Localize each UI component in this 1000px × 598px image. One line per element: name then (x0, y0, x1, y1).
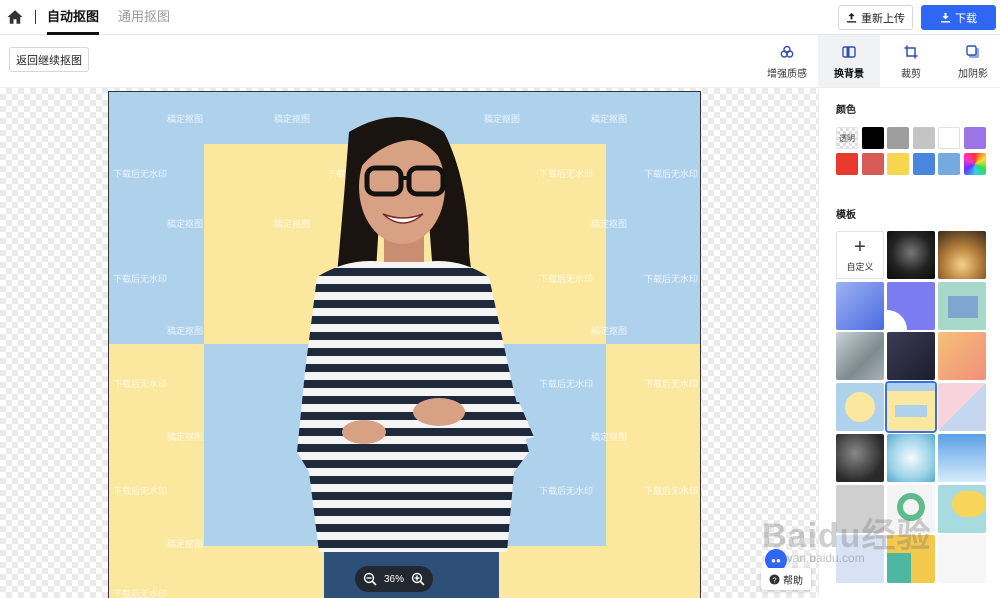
help-icon: ? (769, 573, 780, 585)
template-heading: 模板 (836, 210, 856, 221)
template-blue-gradient[interactable] (836, 282, 884, 330)
shadow-icon (966, 45, 979, 58)
template-blue-circle[interactable] (836, 383, 884, 431)
template-peach-gradient[interactable] (938, 332, 986, 380)
download-label: 下载 (955, 12, 977, 25)
template-navy-texture[interactable] (887, 332, 935, 380)
download-button[interactable]: 下载 (921, 5, 996, 30)
tool-crop-label: 裁剪 (901, 69, 921, 80)
tab-general-cutout[interactable]: 通用抠图 (118, 9, 170, 25)
tool-enhance-label: 增强质感 (767, 69, 807, 80)
template-sky-gradient[interactable] (938, 434, 986, 482)
custom-label: 自定义 (846, 261, 874, 272)
zoom-in-icon[interactable] (411, 572, 425, 586)
color-swatch-light-gray[interactable] (913, 127, 935, 149)
transparent-label: 透明 (839, 133, 855, 143)
template-dark-spotlight[interactable] (887, 231, 935, 279)
help-label: 帮助 (783, 575, 803, 587)
template-pink-blue-diagonal[interactable] (938, 383, 986, 431)
color-swatch-red[interactable] (836, 153, 858, 175)
color-swatch-yellow[interactable] (887, 153, 909, 175)
color-heading: 颜色 (836, 105, 856, 116)
template-blue-yellow-grid[interactable] (885, 381, 937, 433)
template-custom[interactable]: + 自定义 (836, 231, 884, 279)
top-bar: 自动抠图 通用抠图 重新上传 下载 (0, 0, 1000, 35)
download-icon (940, 12, 951, 23)
tool-add-shadow-label: 加阴影 (958, 69, 988, 80)
color-swatch-light-blue[interactable] (938, 153, 960, 175)
divider (35, 10, 36, 24)
color-swatch-black[interactable] (862, 127, 884, 149)
tool-enhance[interactable]: 增强质感 (756, 35, 818, 87)
color-swatch-coral[interactable] (862, 153, 884, 175)
enhance-icon (780, 45, 794, 58)
color-swatch-blue[interactable] (913, 153, 935, 175)
color-swatch-white[interactable] (938, 127, 960, 149)
zoom-out-icon[interactable] (363, 572, 377, 586)
back-to-cutout-button[interactable]: 返回继续抠图 (9, 47, 89, 72)
upload-icon (846, 12, 857, 23)
template-smoke[interactable] (836, 434, 884, 482)
tool-crop[interactable]: 裁剪 (880, 35, 942, 87)
reupload-label: 重新上传 (861, 12, 905, 25)
tool-add-shadow[interactable]: 加阴影 (942, 35, 1000, 87)
template-silver-gradient[interactable] (836, 332, 884, 380)
svg-text:?: ? (772, 575, 776, 584)
template-white-soft[interactable] (938, 535, 986, 583)
zoom-level: 36% (383, 573, 404, 585)
color-swatch-transparent[interactable]: 透明 (836, 127, 858, 149)
crop-icon (904, 45, 918, 59)
background-icon (842, 46, 856, 58)
image-artboard[interactable]: 稿定抠图 稿定抠图 稿定抠图 稿定抠图 下载后无水印 下载后无水印 下载后无水印… (108, 91, 701, 598)
template-ice-sparkle[interactable] (887, 434, 935, 482)
help-button[interactable]: ? 帮助 (761, 568, 811, 590)
tab-auto-cutout[interactable]: 自动抠图 (47, 9, 100, 35)
baidu-watermark: Baidu经验 (762, 517, 932, 555)
tool-change-background-label: 换背景 (834, 69, 864, 80)
template-mint-blocks[interactable] (938, 282, 986, 330)
zoom-controls: 36% (355, 566, 433, 592)
plus-icon: + (854, 235, 866, 258)
tool-bar: 返回继续抠图 增强质感 换背景 裁剪 加阴影 (0, 35, 1000, 88)
color-swatch-purple[interactable] (964, 127, 986, 149)
tool-change-background[interactable]: 换背景 (818, 35, 880, 87)
template-golden-bokeh[interactable] (938, 231, 986, 279)
template-yellow-pill[interactable] (938, 485, 986, 533)
color-swatch-custom-rainbow[interactable] (964, 153, 986, 175)
home-icon[interactable] (6, 8, 24, 26)
template-violet-shapes[interactable] (887, 282, 935, 330)
subject-person (297, 117, 534, 598)
color-swatch-gray[interactable] (887, 127, 909, 149)
reupload-button[interactable]: 重新上传 (838, 5, 913, 30)
canvas-area: 稿定抠图 稿定抠图 稿定抠图 稿定抠图 下载后无水印 下载后无水印 下载后无水印… (0, 88, 818, 598)
